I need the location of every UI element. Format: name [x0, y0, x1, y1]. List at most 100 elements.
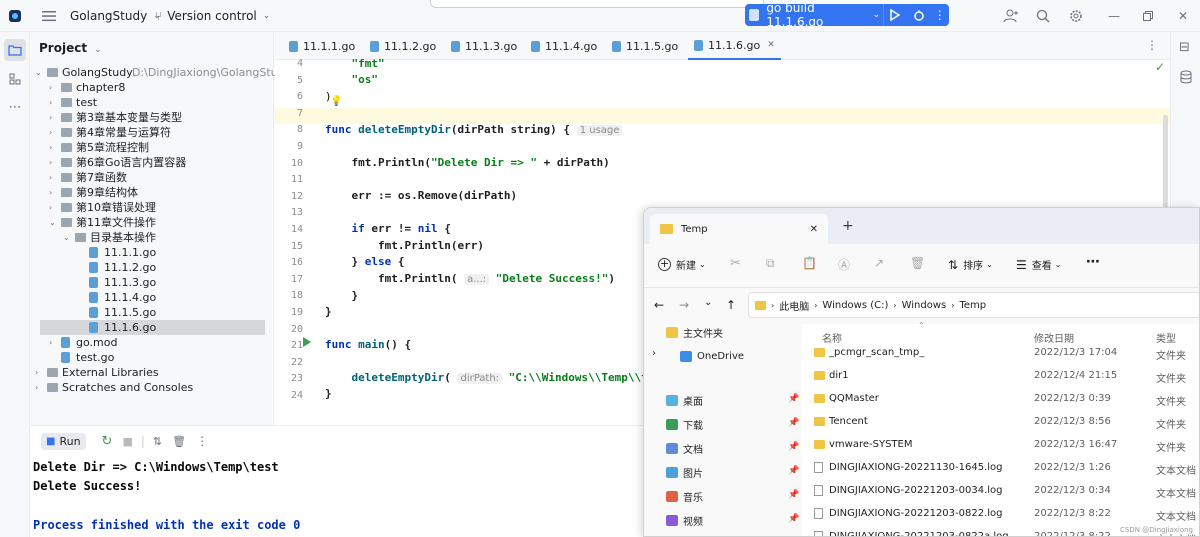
debug-icon[interactable]: [907, 4, 931, 26]
structure-icon[interactable]: [4, 68, 26, 90]
tree-item-root[interactable]: ⌄ GolangStudy D:\DingJiaxiong\GolangStudy: [31, 65, 291, 80]
tree-item[interactable]: test.go: [31, 350, 274, 365]
pin-icon[interactable]: 📌: [788, 490, 799, 500]
file-row[interactable]: DINGJIAXIONG-20221203-0034.log 2022/12/3 …: [802, 480, 1199, 503]
tree-item[interactable]: › External Libraries: [31, 365, 274, 380]
rename-icon[interactable]: Ⓐ: [838, 256, 850, 273]
restore-icon[interactable]: [1143, 0, 1153, 32]
nav-item[interactable]: 文档: [666, 438, 703, 458]
tree-item[interactable]: 11.1.5.go: [31, 305, 274, 320]
close-tab-icon[interactable]: ✕: [810, 224, 818, 235]
new-tab-icon[interactable]: +: [842, 218, 854, 234]
pin-icon[interactable]: 📌: [788, 394, 799, 404]
tree-item[interactable]: 11.1.1.go: [31, 245, 274, 260]
run-gutter-icon[interactable]: [303, 336, 311, 350]
project-selector[interactable]: GolangStudy ⌄: [70, 0, 161, 32]
minimize-icon[interactable]: —: [1108, 0, 1120, 32]
run-icon[interactable]: [882, 4, 907, 26]
search-icon[interactable]: [1036, 0, 1050, 32]
nav-item[interactable]: 视频: [666, 510, 703, 530]
tree-item[interactable]: › 第10章错误处理: [31, 200, 274, 215]
chevron-right-icon[interactable]: ›: [652, 348, 656, 359]
breadcrumb-windows[interactable]: Windows: [902, 300, 947, 311]
more-options-icon[interactable]: ⋯: [1086, 254, 1100, 270]
close-tab-icon[interactable]: ✕: [767, 40, 775, 50]
notifications-icon[interactable]: ⊟: [1179, 40, 1190, 55]
more-actions-icon[interactable]: ⋮: [931, 4, 949, 26]
tree-item[interactable]: 11.1.3.go: [31, 275, 274, 290]
tree-item[interactable]: 11.1.4.go: [31, 290, 274, 305]
file-row[interactable]: _pcmgr_scan_tmp_ 2022/12/3 17:04 文件夹: [802, 342, 1199, 365]
recent-chevron-icon[interactable]: ⌄: [704, 297, 712, 308]
close-icon[interactable]: ✕: [1178, 0, 1188, 32]
tree-item[interactable]: › Scratches and Consoles: [31, 380, 274, 395]
tree-item[interactable]: › 第9章结构体: [31, 185, 274, 200]
paste-icon[interactable]: 📋: [802, 256, 817, 270]
pin-icon[interactable]: 📌: [788, 466, 799, 476]
nav-item[interactable]: 下载: [666, 414, 703, 434]
editor-tab[interactable]: 11.1.5.go: [606, 32, 684, 60]
tab-more-icon[interactable]: ⋮: [1146, 38, 1158, 52]
rerun-icon[interactable]: ↻: [102, 434, 113, 449]
more-tools-icon[interactable]: ⋯: [4, 96, 26, 118]
editor-tab[interactable]: 11.1.4.go: [525, 32, 603, 60]
tree-item[interactable]: › test: [31, 95, 274, 110]
nav-item[interactable]: 图片: [666, 462, 703, 482]
up-icon[interactable]: ↑: [726, 298, 736, 312]
breadcrumb-temp[interactable]: Temp: [959, 300, 986, 311]
app-logo-icon[interactable]: [8, 0, 24, 32]
main-menu-icon[interactable]: [42, 0, 58, 32]
tree-item[interactable]: › go.mod: [31, 335, 274, 350]
tree-item[interactable]: › 第3章基本变量与类型: [31, 110, 274, 125]
tree-item[interactable]: › 第7章函数: [31, 170, 274, 185]
tree-item[interactable]: › 第6章Go语言内置容器: [31, 155, 274, 170]
view-button[interactable]: ☰ 查看 ⌄: [1016, 257, 1061, 273]
tree-item[interactable]: ⌄ 目录基本操作: [31, 230, 274, 245]
address-bar[interactable]: › 此电脑 › Windows (C:) › Windows › Temp: [748, 292, 1199, 318]
project-panel-header[interactable]: Project ⌄: [39, 41, 102, 55]
sort-button[interactable]: ⇅ 排序 ⌄: [948, 257, 993, 273]
vcs-selector[interactable]: ⑂ Version control ⌄: [155, 0, 270, 32]
tree-item[interactable]: 11.1.2.go: [31, 260, 274, 275]
nav-item[interactable]: OneDrive: [680, 346, 744, 366]
back-icon[interactable]: ←: [654, 298, 664, 312]
explorer-tab[interactable]: Temp ✕: [650, 214, 828, 244]
tree-item[interactable]: › 第4章常量与运算符: [31, 125, 274, 140]
file-row[interactable]: vmware-SYSTEM 2022/12/3 16:47 文件夹: [802, 434, 1199, 457]
stop-icon[interactable]: ■: [122, 435, 132, 448]
tree-item[interactable]: ⌄ 第11章文件操作: [31, 215, 274, 230]
add-user-icon[interactable]: [1003, 0, 1019, 32]
new-button[interactable]: + 新建 ⌄: [658, 257, 706, 272]
file-row[interactable]: QQMaster 2022/12/3 0:39 文件夹: [802, 388, 1199, 411]
gear-icon[interactable]: [1069, 0, 1083, 32]
file-row[interactable]: dir1 2022/12/4 21:15 文件夹: [802, 365, 1199, 388]
nav-item[interactable]: 音乐: [666, 486, 703, 506]
more-actions-icon[interactable]: ⋮: [196, 434, 208, 448]
intention-bulb-icon[interactable]: 💡: [330, 96, 342, 107]
share-icon[interactable]: ↗: [874, 256, 884, 270]
delete-icon[interactable]: 🗑: [910, 256, 925, 270]
tree-item[interactable]: › chapter8: [31, 80, 274, 95]
run-tab[interactable]: ■ Run: [41, 432, 86, 450]
usage-hint[interactable]: 1 usage: [576, 125, 623, 136]
editor-tab[interactable]: 11.1.6.go ✕: [688, 32, 781, 60]
tree-item[interactable]: 11.1.6.go: [40, 320, 265, 335]
pin-icon[interactable]: 📌: [788, 442, 799, 452]
file-row[interactable]: DINGJIAXIONG-20221130-1645.log 2022/12/3 …: [802, 457, 1199, 480]
copy-icon[interactable]: ⧉: [766, 256, 775, 271]
editor-tab[interactable]: 11.1.3.go: [445, 32, 523, 60]
cut-icon[interactable]: ✂: [730, 256, 741, 271]
run-config-selector[interactable]: go build 11.1.6.go: [763, 1, 869, 29]
file-row[interactable]: Tencent 2022/12/3 8:56 文件夹: [802, 411, 1199, 434]
pin-icon[interactable]: 📌: [788, 514, 799, 524]
nav-item[interactable]: 主文件夹: [666, 322, 723, 342]
breadcrumb-drive[interactable]: Windows (C:): [822, 300, 888, 311]
file-row[interactable]: DINGJIAXIONG-20221203-0822.log 2022/12/3 …: [802, 503, 1199, 526]
delete-icon[interactable]: 🗑: [172, 435, 186, 448]
restore-layout-icon[interactable]: ⇅: [153, 435, 162, 448]
forward-icon[interactable]: →: [679, 298, 689, 312]
nav-item[interactable]: 桌面: [666, 390, 703, 410]
project-tool-icon[interactable]: [4, 39, 26, 61]
tree-item[interactable]: › 第5章流程控制: [31, 140, 274, 155]
database-icon[interactable]: [1180, 70, 1192, 87]
